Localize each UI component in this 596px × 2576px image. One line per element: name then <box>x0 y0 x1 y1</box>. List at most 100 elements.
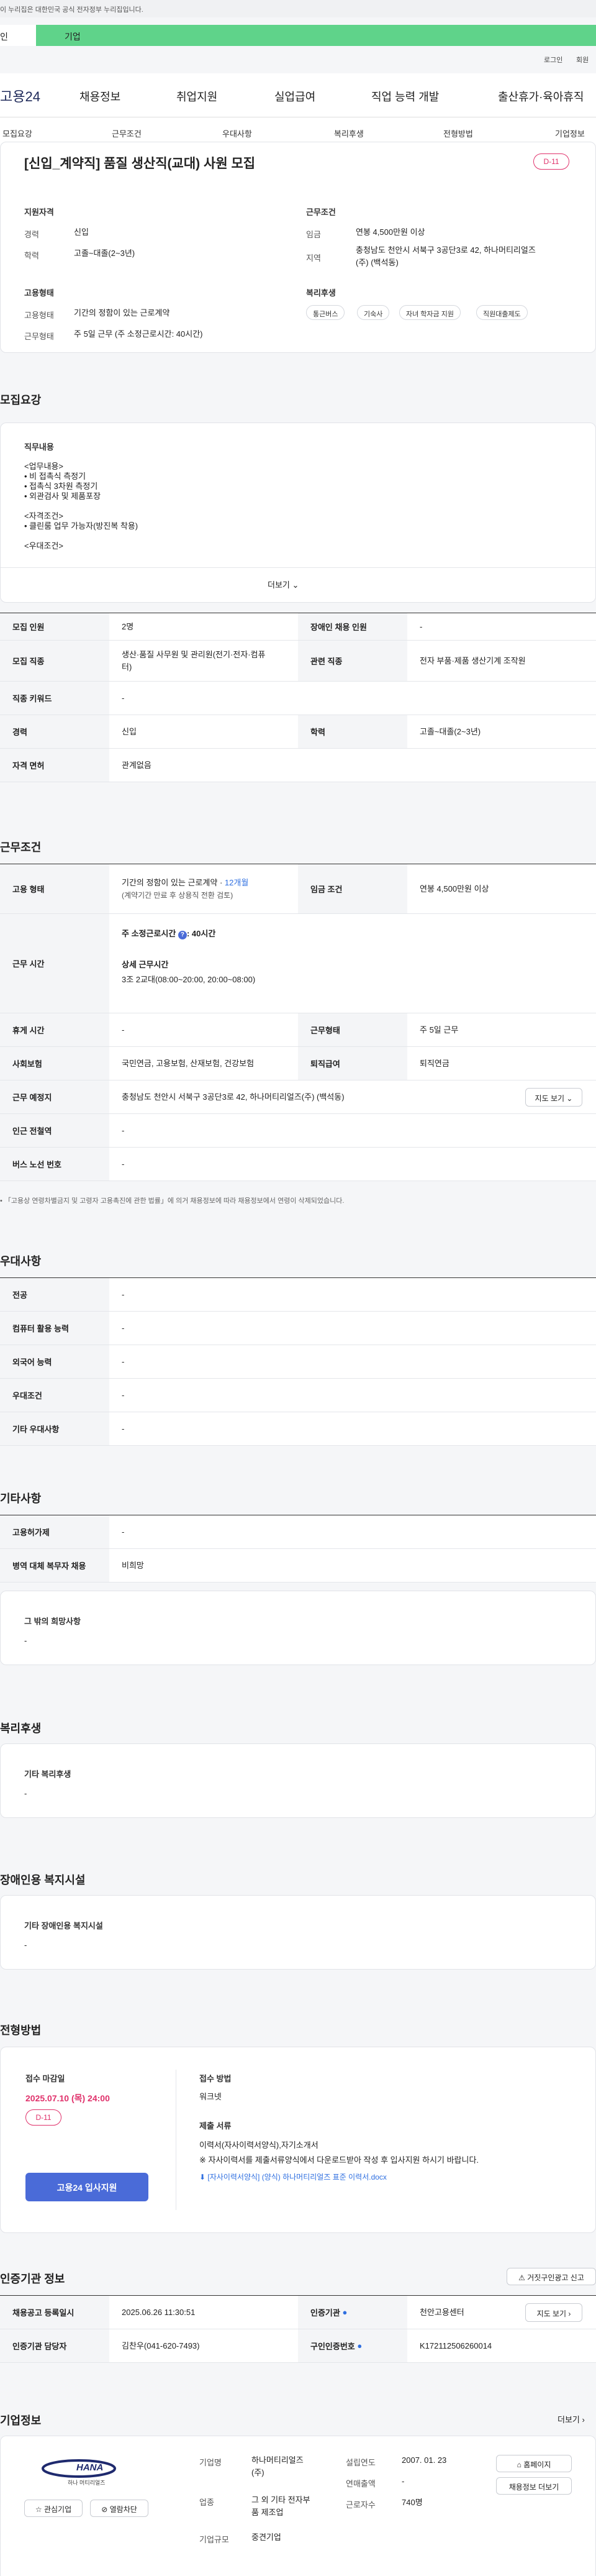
th: 인증기관 ● <box>298 2296 407 2329</box>
apply-button[interactable]: 고용24 입사지원 <box>25 2173 148 2201</box>
login-link[interactable]: 로그인 <box>544 55 562 65</box>
docs-file-link[interactable]: ⬇ [자사이력서양식] (양식) 하나머티리얼즈 표준 이력서.docx <box>199 2172 387 2182</box>
benefit-sub: 기타 복리후생 <box>24 1770 71 1779</box>
career-key: 경력 <box>24 230 39 239</box>
apply-card: 접수 마감일 2025.07.10 (목) 24:00 D-11 고용24 입사… <box>0 2047 596 2233</box>
loc-key: 지역 <box>306 253 321 263</box>
company-card: HANA 하나 머티리얼즈 ☆ 관심기업 ⊘ 열람차단 기업명 하나머티리얼즈 … <box>0 2436 596 2576</box>
td: 고졸~대졸(2~3년) <box>420 726 481 736</box>
table-row: 외국어 능력 - <box>0 1345 596 1379</box>
more-button[interactable]: 더보기 ⌄ <box>268 578 299 590</box>
th: 관련 직종 <box>298 641 407 681</box>
th: 장애인 채용 인원 <box>298 613 407 640</box>
hours-value: 주 5일 근무 (주 소정근로시간: 40시간) <box>74 329 203 339</box>
welfare-chip: 자녀 학자금 지원 <box>399 305 461 320</box>
company-logo: HANA 하나 머티리얼즈 <box>38 2455 137 2490</box>
td: 퇴직연금 <box>420 1058 449 1068</box>
siren-icon: ⚠ <box>518 2273 525 2282</box>
tab-pref[interactable]: 우대사항 <box>222 127 252 139</box>
block-button[interactable]: ⊘ 열람차단 <box>90 2500 148 2517</box>
nav-item-training[interactable]: 직업 능력 개발 <box>371 88 439 104</box>
join-link[interactable]: 회원 <box>576 55 589 65</box>
td: 비희망 <box>122 1560 144 1570</box>
job-title: [신입_계약직] 품질 생산직(교대) 사원 모집 <box>24 157 256 171</box>
age-note: • 「고용상 연령차별금지 및 고령자 고용촉진에 관한 법률」에 의거 채용정… <box>0 1197 345 1205</box>
td: - <box>122 1527 125 1537</box>
td: 생산·품질 사무원 및 관리원(전기·전자·컴퓨 터) <box>109 641 265 681</box>
file-icon: ⬇ <box>199 2173 206 2181</box>
company-more-link[interactable]: 더보기 › <box>558 2413 585 2425</box>
td: - <box>122 1125 125 1135</box>
homepage-button[interactable]: ⌂ 홈페이지 <box>496 2455 572 2472</box>
table-row: 자격 면허 관계없음 <box>0 749 596 782</box>
pref-table: 전공 - 컴퓨터 활용 능력 - 외국어 능력 - 우대조건 - 기타 우대사항 - <box>0 1277 596 1446</box>
tab-work[interactable]: 근무조건 <box>112 127 142 139</box>
tab-company[interactable]: 기업정보 <box>555 127 585 139</box>
td: 2025.06.26 11:30:51 <box>122 2307 196 2317</box>
td: 김찬우(041-620-7493) <box>122 2341 200 2350</box>
th: 버스 노선 번호 <box>0 1148 109 1181</box>
apply-dday: D-11 <box>25 2109 61 2126</box>
company-jobs-button[interactable]: 채용정보 더보기 <box>496 2477 572 2495</box>
td: - <box>122 1423 125 1433</box>
type-line-1: 기간의 정함이 있는 근로계약 · 12개월 <box>122 877 248 889</box>
company-more-label: 더보기 <box>558 2415 580 2424</box>
std-hours-value: : 40시간 <box>186 929 216 938</box>
nav-item-leave[interactable]: 출산휴가·육아휴직 <box>498 88 584 104</box>
td: - <box>122 1289 125 1299</box>
tab-apply[interactable]: 전형방법 <box>443 127 473 139</box>
table-row: 인근 전철역 - <box>0 1114 596 1148</box>
table-row: 고용 형태 기간의 정함이 있는 근로계약 · 12개월 (계약기간 만료 후 … <box>0 864 596 914</box>
disab-value: - <box>24 1940 27 1950</box>
th: 휴게 시간 <box>0 1013 109 1046</box>
auth-map-button[interactable]: 지도 보기 › <box>525 2303 582 2322</box>
duty-line <box>24 531 138 541</box>
nav-item-support[interactable]: 취업지원 <box>176 88 217 104</box>
info-icon[interactable]: ? <box>178 931 187 939</box>
report-label: 거짓구인광고 신고 <box>527 2273 584 2282</box>
info-icon[interactable]: ● <box>357 2341 362 2350</box>
auth-heading: 인증기관 정보 <box>0 2273 65 2285</box>
nav-item-benefit[interactable]: 실업급여 <box>274 88 315 104</box>
banner-right[interactable]: 기업 <box>36 25 596 46</box>
th: 직종 키워드 <box>0 682 109 715</box>
tab-welfare[interactable]: 복리후생 <box>334 127 364 139</box>
type-text: 기간의 정함이 있는 근로계약 · <box>122 877 225 887</box>
td: 주 소정근로시간 ?: 40시간 상세 근무시간 3조 2교대(08:00~20… <box>109 914 596 1013</box>
detail-value: 3조 2교대(08:00~20:00, 20:00~08:00) <box>122 975 256 984</box>
td: - <box>420 621 423 631</box>
type-months: 12개월 <box>224 877 249 887</box>
info-icon[interactable]: ● <box>342 2308 347 2317</box>
sales-key: 연매출액 <box>346 2479 376 2488</box>
loc-value-2: (주) (백석동) <box>356 258 399 267</box>
th: 인증기관 담당자 <box>0 2329 109 2362</box>
cond-heading: 근무조건 <box>306 208 336 217</box>
map-button[interactable]: 지도 보기 ⌄ <box>525 1088 582 1107</box>
map-label: 지도 보기 <box>536 2309 567 2318</box>
benefit-card: 기타 복리후생 - <box>0 1743 596 1818</box>
file-name: [자사이력서양식] (양식) 하나머티리얼즈 표준 이력서.docx <box>207 2173 387 2181</box>
th: 인근 전철역 <box>0 1114 109 1147</box>
logo-subtext: 하나 머티리얼즈 <box>68 2480 106 2486</box>
other-request-card: 그 밖의 희망사항 - <box>0 1591 596 1665</box>
th: 전공 <box>0 1278 109 1311</box>
table-row: 버스 노선 번호 - <box>0 1148 596 1181</box>
org-key: 인증기관 <box>310 2308 340 2318</box>
duty-line: • 비 접촉식 측정기 <box>24 472 86 481</box>
gov-notice-text: 이 누리집은 대한민국 공식 전자정부 누리집입니다. <box>0 6 143 14</box>
nav-item-jobs[interactable]: 채용정보 <box>79 88 120 104</box>
tab-recruit[interactable]: 모집요강 <box>2 127 32 139</box>
request-value: - <box>24 1636 27 1645</box>
size-value: 중견기업 <box>251 2533 281 2542</box>
ind-value-2: 품 제조업 <box>251 2508 284 2517</box>
th: 모집 인원 <box>0 613 109 640</box>
loc-value-1: 충청남도 천안시 서북구 3공단3로 42, 하나머티리얼즈 <box>356 245 536 255</box>
site-logo[interactable]: 고용24 <box>0 86 40 106</box>
th: 근무 예정지 <box>0 1080 109 1113</box>
report-button[interactable]: ⚠ 거짓구인광고 신고 <box>507 2268 596 2285</box>
duty-line: • 클린룸 업무 가능자(방진복 착용) <box>24 521 138 531</box>
table-row: 사회보험 국민연금, 고용보험, 산재보험, 건강보험 퇴직급여 퇴직연금 <box>0 1047 596 1080</box>
fav-button[interactable]: ☆ 관심기업 <box>24 2500 83 2517</box>
td: 2명 <box>122 621 134 631</box>
td: 연봉 4,500만원 이상 <box>420 884 489 893</box>
